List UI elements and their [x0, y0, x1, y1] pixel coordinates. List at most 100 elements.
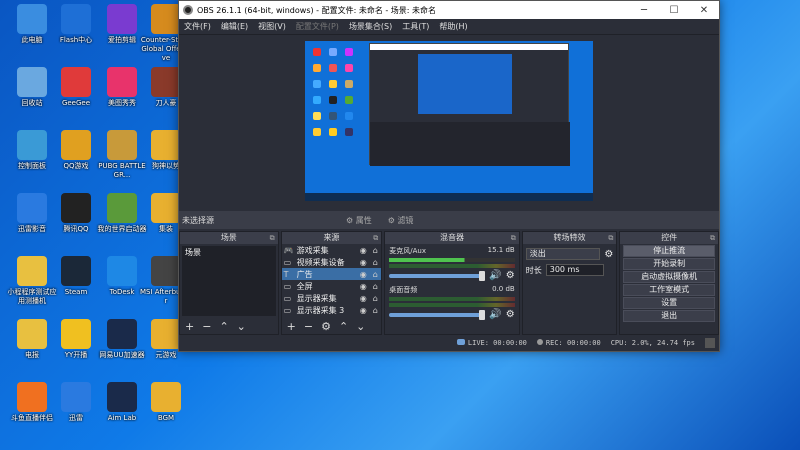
pubg-icon [107, 130, 137, 160]
filters-button[interactable]: ⚙ 滤镜 [388, 215, 414, 226]
control-panel-icon [17, 130, 47, 160]
sources-dock-title: 来源 ⧉ [281, 232, 382, 244]
obs-window: OBS 26.1.1 (64-bit, windows) - 配置文件: 未命名… [178, 0, 720, 352]
control-button[interactable]: 开始录制 [623, 258, 715, 270]
desktop-icon[interactable]: YY开播 [50, 319, 102, 360]
file-icon [17, 256, 47, 286]
menu-item[interactable]: 帮助(H) [434, 21, 472, 32]
eye-icon[interactable]: ◉ [357, 294, 369, 303]
desktop-icon-label: 元游戏 [155, 351, 177, 359]
dock-float-icon[interactable]: ⧉ [511, 232, 516, 244]
monitor-icon: ▭ [283, 293, 292, 303]
eye-icon[interactable]: ◉ [357, 246, 369, 255]
minecraft-icon [107, 193, 137, 223]
eye-icon[interactable]: ◉ [357, 306, 369, 315]
menu-item[interactable]: 配置文件(P) [291, 21, 344, 32]
volume-slider[interactable] [389, 270, 486, 281]
speaker-icon[interactable]: 🔊 [489, 309, 501, 320]
volume-slider-handle[interactable] [479, 309, 486, 320]
title-bar: OBS 26.1.1 (64-bit, windows) - 配置文件: 未命名… [179, 1, 719, 19]
menu-item[interactable]: 场景集合(S) [344, 21, 397, 32]
source-item[interactable]: ▭ 显示器采集 ◉ ⌂ [282, 292, 382, 304]
control-button[interactable]: 停止推流 [623, 245, 715, 257]
eye-icon[interactable]: ◉ [357, 258, 369, 267]
xunlei-bird-icon [61, 382, 91, 412]
dock-float-icon[interactable]: ⧉ [608, 232, 613, 244]
control-button[interactable]: 退出 [623, 310, 715, 322]
lock-icon[interactable]: ⌂ [369, 258, 381, 267]
preview-canvas[interactable] [305, 41, 593, 201]
transition-select[interactable]: 淡出 [525, 248, 601, 260]
move-down-icon[interactable]: ⌄ [237, 320, 246, 333]
lock-icon[interactable]: ⌂ [369, 282, 381, 291]
move-down-icon[interactable]: ⌄ [356, 320, 365, 333]
source-item[interactable]: T 广告 ◉ ⌂ [281, 268, 382, 280]
eye-icon[interactable]: ◉ [357, 282, 369, 291]
xunlei-icon [17, 193, 47, 223]
volume-meter [389, 264, 515, 268]
gear-icon[interactable]: ⚙ [604, 249, 613, 260]
volume-slider[interactable] [389, 309, 486, 320]
desktop: 此电脑 Flash中心 爱拍剪辑 Counter-Strike Global Offe… [0, 0, 192, 450]
remove-source-button[interactable]: − [304, 320, 313, 333]
desktop-icon[interactable]: QQ游戏 [50, 130, 102, 171]
lock-icon[interactable]: ⌂ [369, 294, 381, 303]
source-item[interactable]: ▭ 视频采集设备 ◉ ⌂ [282, 256, 382, 268]
lock-icon[interactable]: ⌂ [369, 246, 381, 255]
desktop-icon[interactable]: 腾讯QQ [50, 193, 102, 234]
uu-icon [107, 319, 137, 349]
volume-slider-handle[interactable] [479, 270, 486, 281]
dock-float-icon[interactable]: ⧉ [710, 232, 715, 244]
move-up-icon[interactable]: ⌃ [219, 320, 228, 333]
properties-button[interactable]: ⚙ 属性 [346, 215, 372, 226]
mixer-dock-title: 混音器 ⧉ [385, 232, 519, 244]
desktop-icon-label: GeeGee [61, 99, 91, 107]
lock-icon[interactable]: ⌂ [369, 306, 381, 315]
window-title: OBS 26.1.1 (64-bit, windows) - 配置文件: 未命名… [197, 5, 437, 15]
add-scene-button[interactable]: + [185, 320, 194, 333]
dock-float-icon[interactable]: ⧉ [373, 232, 378, 244]
maximize-button[interactable]: ☐ [659, 5, 689, 16]
close-button[interactable]: ✕ [689, 5, 719, 16]
duration-row: 时长 300 ms [523, 260, 617, 276]
source-item[interactable]: ▭ 全屏 ◉ ⌂ [282, 280, 382, 292]
lock-icon[interactable]: ⌂ [369, 270, 381, 279]
controls-dock: 控件 ⧉ 停止推流 开始录制 启动虚拟摄像机 工作室模式 设置 退出 [619, 231, 719, 335]
eye-icon[interactable]: ◉ [357, 270, 369, 279]
source-item[interactable]: 🎮 游戏采集 ◉ ⌂ [282, 244, 382, 256]
resize-grip-icon[interactable] [705, 338, 715, 348]
control-button[interactable]: 启动虚拟摄像机 [623, 271, 715, 283]
source-properties-icon[interactable]: ⚙ [321, 320, 331, 333]
text-icon: T [283, 269, 289, 279]
desktop-icon[interactable]: 迅雷 [50, 382, 102, 423]
desktop-icon[interactable]: Flash中心 [50, 4, 102, 45]
menu-item[interactable]: 编辑(E) [216, 21, 253, 32]
desktop-icon[interactable]: GeeGee [50, 67, 102, 108]
dock-float-icon[interactable]: ⧉ [270, 232, 275, 244]
gear-icon[interactable]: ⚙ [506, 270, 515, 281]
add-source-button[interactable]: + [287, 320, 296, 333]
desktop-icon-label: Flash中心 [59, 36, 93, 44]
minimize-button[interactable]: ─ [629, 5, 659, 16]
menu-item[interactable]: 文件(F) [179, 21, 216, 32]
remove-scene-button[interactable]: − [202, 320, 211, 333]
controls-title: 控件 [661, 233, 678, 242]
menu-item[interactable]: 视图(V) [253, 21, 291, 32]
source-toolbar: 未选择源 ⚙ 属性 ⚙ 滤镜 [179, 211, 719, 229]
cpu-status: CPU: 2.0%, 24.74 fps [610, 339, 695, 347]
duration-input[interactable]: 300 ms [545, 264, 604, 276]
move-up-icon[interactable]: ⌃ [339, 320, 348, 333]
gear-icon[interactable]: ⚙ [506, 309, 515, 320]
source-item[interactable]: ▭ 显示器采集 3 ◉ ⌂ [282, 304, 382, 316]
menu-item[interactable]: 工具(T) [397, 21, 434, 32]
desktop-icon[interactable]: BGM [140, 382, 192, 423]
menu-bar: 文件(F) 编辑(E) 视图(V) 配置文件(P) 场景集合(S) 工具(T) 帮助(H) [179, 19, 719, 35]
volume-meter [389, 297, 515, 301]
control-button[interactable]: 工作室模式 [623, 284, 715, 296]
yy-icon [61, 319, 91, 349]
scene-item[interactable]: 场景 [182, 246, 276, 259]
speaker-icon[interactable]: 🔊 [489, 270, 501, 281]
desktop-icon[interactable]: Steam [50, 256, 102, 297]
control-button[interactable]: 设置 [623, 297, 715, 309]
scene-list: 场景 [182, 246, 276, 316]
